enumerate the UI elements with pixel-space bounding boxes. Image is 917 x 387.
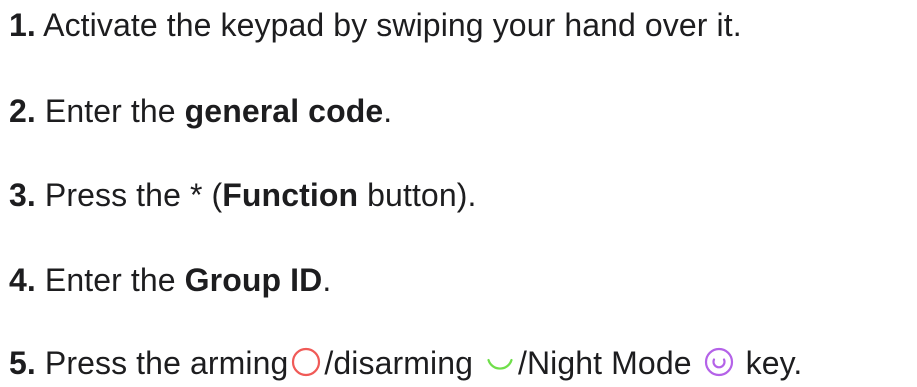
step-text-mid: /disarming <box>324 345 473 381</box>
step-text-mid: /Night Mode <box>517 345 692 381</box>
step-5: 5. Press the arming/disarming /Night Mod… <box>9 343 802 383</box>
step-1: 1. Activate the keypad by swiping your h… <box>9 5 742 45</box>
step-text-end: key. <box>745 345 803 381</box>
step-text-end: . <box>322 262 332 298</box>
step-text-end: button). <box>367 177 477 213</box>
step-2: 2. Enter the general code. <box>9 91 392 131</box>
step-number: 1. <box>9 7 36 43</box>
step-text: Activate the keypad by swiping your hand… <box>43 7 742 43</box>
disarm-arc-icon <box>484 346 516 378</box>
step-number: 5. <box>9 345 36 381</box>
step-number: 4. <box>9 262 36 298</box>
step-3: 3. Press the * (Function button). <box>9 175 476 215</box>
step-text: Press the arming <box>44 345 289 381</box>
emphasis-group-id: Group ID <box>184 262 323 298</box>
step-text: Enter the <box>44 93 176 129</box>
arm-circle-icon <box>290 346 322 378</box>
step-text: Press the * ( <box>44 177 223 213</box>
emphasis-function: Function <box>222 177 359 213</box>
step-4: 4. Enter the Group ID. <box>9 260 331 300</box>
instruction-steps: 1. Activate the keypad by swiping your h… <box>0 0 917 387</box>
step-number: 2. <box>9 93 36 129</box>
step-number: 3. <box>9 177 36 213</box>
step-text-end: . <box>383 93 393 129</box>
step-text: Enter the <box>44 262 176 298</box>
night-mode-icon <box>703 346 735 378</box>
emphasis-general-code: general code <box>184 93 384 129</box>
